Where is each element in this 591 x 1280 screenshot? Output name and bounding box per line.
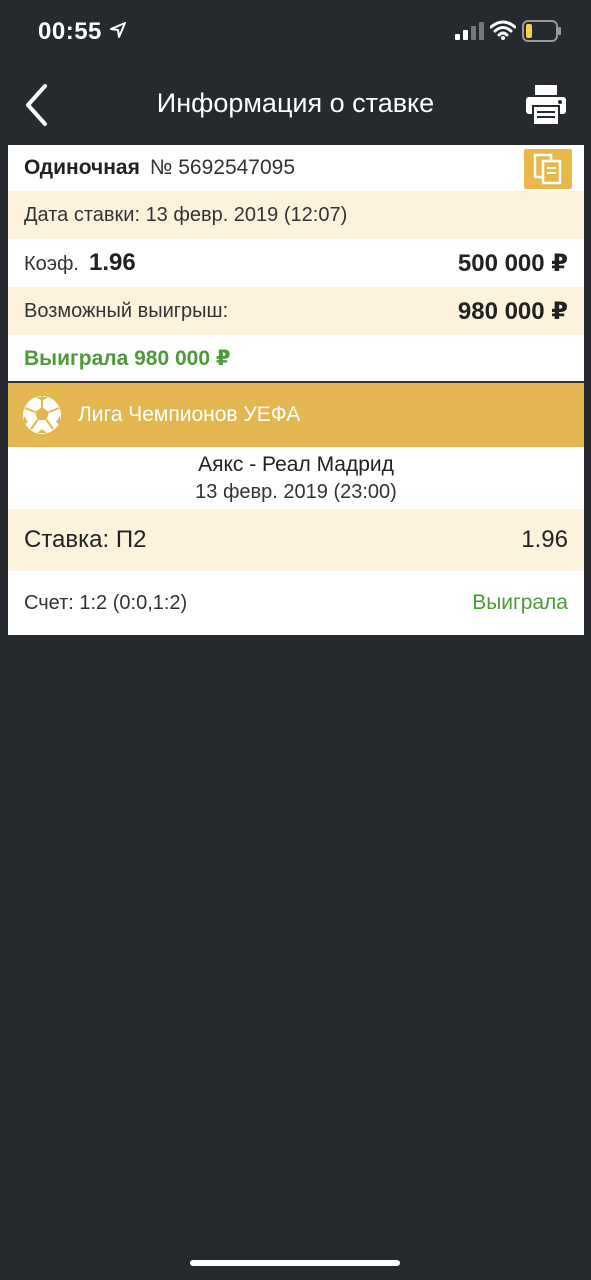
coef-row: Коэф. 1.96 500 000 ₽ — [8, 239, 584, 287]
wifi-icon — [490, 20, 516, 40]
bet-number: № 5692547095 — [149, 156, 296, 179]
league-name: Лига Чемпионов УЕФА — [78, 403, 301, 426]
possible-win-label: Возможный выигрыш: — [24, 299, 229, 322]
coef-value: 1.96 — [89, 249, 136, 276]
match-score: Счет: 1:2 (0:0,1:2) — [24, 591, 188, 614]
match-teams: Аякс - Реал Мадрид — [198, 453, 394, 476]
outcome-status: Выиграла — [472, 591, 568, 614]
print-button[interactable] — [524, 84, 568, 126]
soccer-ball-icon — [23, 396, 61, 434]
pick-label: Ставка: П2 — [24, 526, 147, 553]
document-icon — [533, 153, 562, 185]
status-time: 00:55 — [38, 18, 102, 45]
possible-win-row: Возможный выигрыш: 980 000 ₽ — [8, 287, 584, 335]
page-title: Информация о ставке — [156, 88, 435, 118]
status-bar: 00:55 — [0, 0, 591, 64]
home-indicator[interactable] — [190, 1260, 400, 1266]
bet-date-row: Дата ставки: 13 февр. 2019 (12:07) — [8, 191, 584, 239]
signal-icon — [455, 22, 484, 40]
score-row: Счет: 1:2 (0:0,1:2) Выиграла — [8, 571, 584, 635]
location-arrow-icon — [110, 22, 126, 38]
bet-date: Дата ставки: 13 февр. 2019 (12:07) — [24, 203, 348, 226]
result-status: Выиграла 980 000 ₽ — [24, 346, 231, 370]
battery-icon — [522, 20, 561, 42]
league-header: Лига Чемпионов УЕФА — [8, 383, 584, 447]
stake-amount: 500 000 ₽ — [457, 249, 568, 277]
printer-icon — [526, 85, 566, 126]
coef-label: Коэф. — [24, 253, 79, 275]
bet-type-row: Одиночная № 5692547095 — [8, 145, 584, 191]
bet-type: Одиночная — [24, 156, 140, 179]
match-info: Аякс - Реал Мадрид 13 февр. 2019 (23:00) — [8, 447, 584, 509]
nav-header: Информация о ставке — [0, 64, 591, 144]
match-date: 13 февр. 2019 (23:00) — [195, 481, 397, 503]
pick-row: Ставка: П2 1.96 — [8, 509, 584, 571]
possible-win-amount: 980 000 ₽ — [457, 297, 568, 325]
document-button[interactable] — [524, 149, 572, 189]
bet-card: Одиночная № 5692547095 Дата ставки: 13 ф… — [8, 145, 584, 635]
result-row: Выиграла 980 000 ₽ — [8, 335, 584, 381]
pick-odds: 1.96 — [521, 526, 568, 553]
